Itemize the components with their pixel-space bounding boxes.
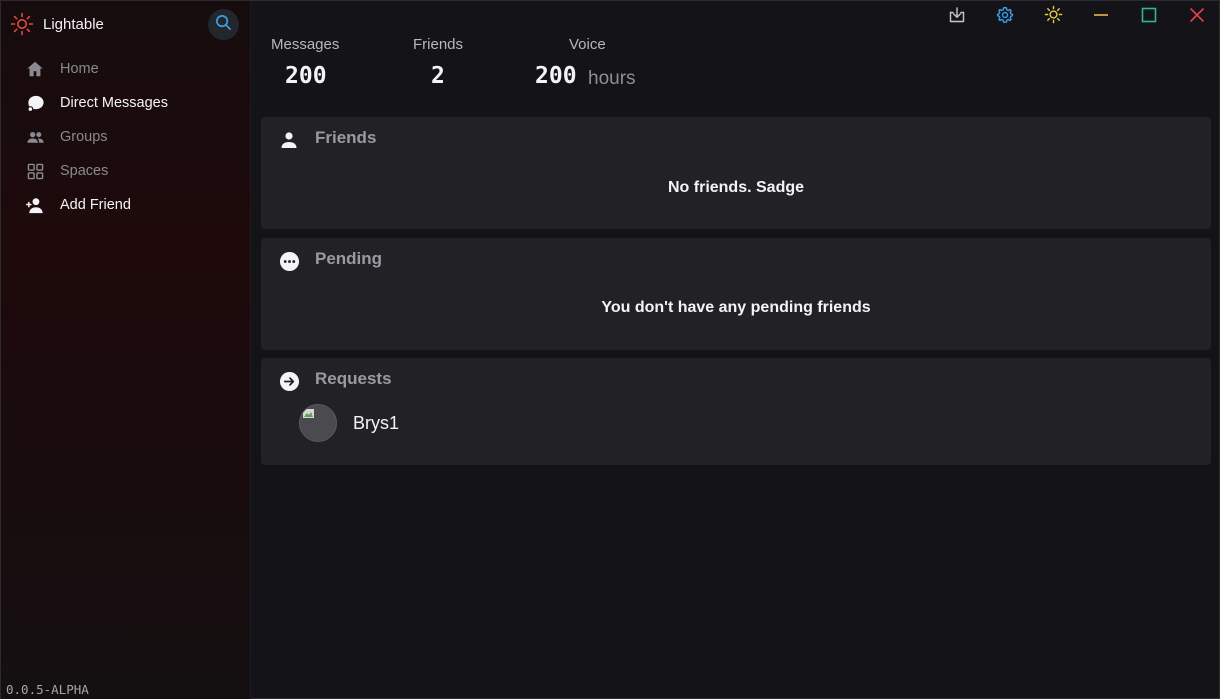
sidebar-item-spaces[interactable]: Spaces — [25, 154, 168, 188]
maximize-icon — [1141, 7, 1157, 28]
sun-icon — [1044, 5, 1063, 29]
sidebar-item-label: Groups — [60, 129, 108, 145]
settings-button[interactable] — [993, 5, 1017, 29]
sidebar-item-label: Direct Messages — [60, 95, 168, 111]
close-icon — [1189, 7, 1205, 28]
sun-logo-icon — [9, 11, 35, 37]
chat-icon — [25, 93, 45, 113]
pending-panel-title: Pending — [315, 249, 383, 268]
messages-stat-value: 200 — [285, 63, 327, 89]
minimize-icon — [1093, 7, 1109, 28]
request-list-item[interactable]: Brys1 — [299, 404, 399, 442]
download-icon — [948, 6, 966, 29]
groups-icon — [25, 127, 45, 147]
pending-empty-message: You don't have any pending friends — [601, 299, 871, 316]
add-friend-icon — [25, 195, 45, 215]
gear-icon — [996, 6, 1014, 29]
spaces-icon — [25, 161, 45, 181]
search-icon — [215, 14, 232, 36]
friends-stat-value: 2 — [431, 63, 445, 89]
voice-stat-label: Voice — [569, 36, 606, 53]
friends-panel: Friends No friends. Sadge — [261, 117, 1211, 229]
sidebar-item-groups[interactable]: Groups — [25, 120, 168, 154]
theme-toggle-button[interactable] — [1041, 5, 1065, 29]
version-label: 0.0.5-ALPHA — [6, 682, 89, 697]
avatar — [299, 404, 337, 442]
requests-panel-title: Requests — [315, 369, 392, 388]
messages-stat-label: Messages — [271, 36, 340, 53]
home-icon — [25, 59, 45, 79]
voice-stat-value: 200 — [535, 63, 577, 89]
sidebar-item-home[interactable]: Home — [25, 52, 168, 86]
sidebar-item-label: Spaces — [60, 163, 109, 179]
voice-stat-unit: hours — [588, 68, 636, 89]
app-window: Lightable Home Direct Messages Groups Sp… — [0, 0, 1220, 699]
sidebar-nav: Home Direct Messages Groups Spaces Add F… — [25, 52, 168, 222]
sidebar: Lightable Home Direct Messages Groups Sp… — [1, 1, 251, 699]
request-username: Brys1 — [353, 412, 400, 433]
requests-panel: Requests Brys1 — [261, 358, 1211, 465]
sidebar-item-direct-messages[interactable]: Direct Messages — [25, 86, 168, 120]
brand: Lightable — [9, 11, 104, 37]
more-dots-icon — [278, 250, 300, 272]
arrow-right-circle-icon — [278, 370, 300, 392]
pending-panel: Pending You don't have any pending frien… — [261, 238, 1211, 350]
minimize-button[interactable] — [1089, 5, 1113, 29]
close-button[interactable] — [1185, 5, 1209, 29]
sidebar-item-label: Add Friend — [60, 197, 131, 213]
broken-image-icon — [300, 405, 336, 441]
friends-stat-label: Friends — [413, 36, 464, 53]
app-title: Lightable — [43, 15, 104, 33]
download-button[interactable] — [945, 5, 969, 29]
sidebar-item-add-friend[interactable]: Add Friend — [25, 188, 168, 222]
sidebar-item-label: Home — [60, 61, 99, 77]
maximize-button[interactable] — [1137, 5, 1161, 29]
friends-panel-title: Friends — [315, 128, 377, 147]
friends-empty-message: No friends. Sadge — [667, 179, 805, 196]
person-icon — [278, 129, 300, 151]
search-button[interactable] — [208, 9, 239, 40]
